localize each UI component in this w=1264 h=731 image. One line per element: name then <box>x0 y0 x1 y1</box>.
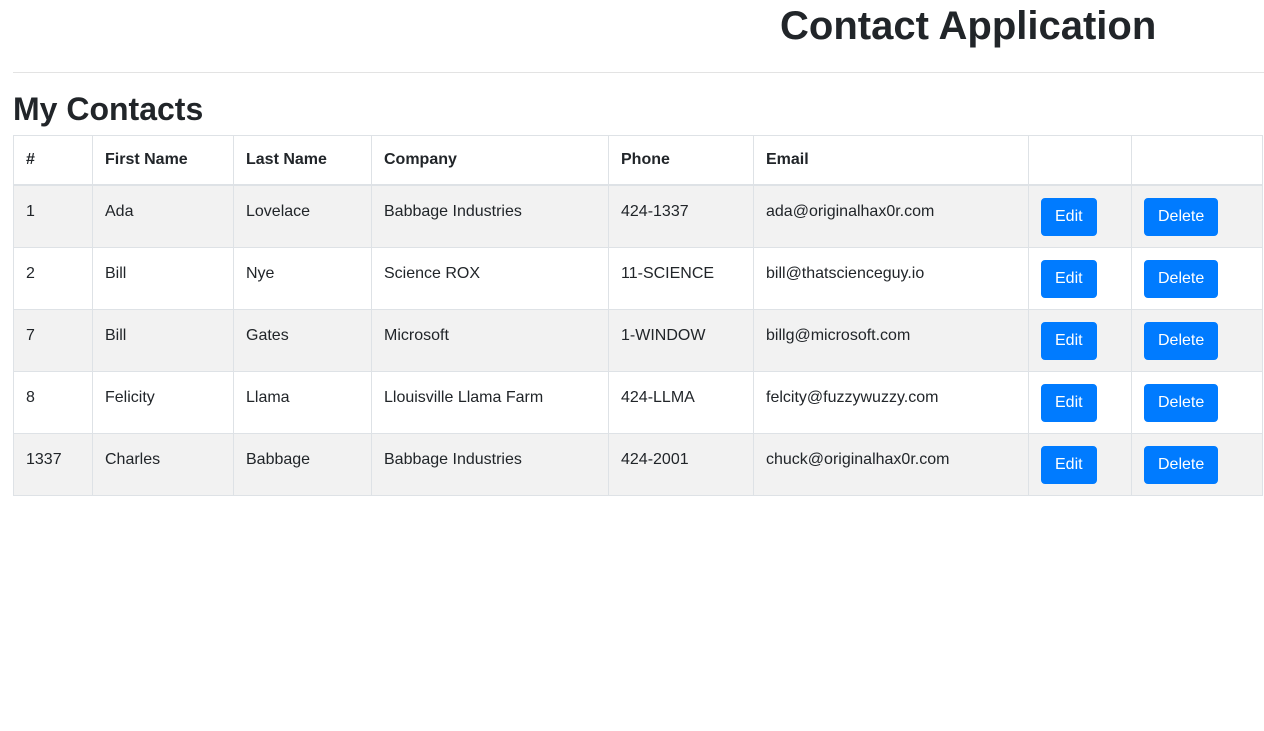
cell-first-name: Felicity <box>92 370 234 434</box>
column-header-delete <box>1131 135 1263 186</box>
cell-last-name: Lovelace <box>233 184 372 248</box>
cell-last-name: Babbage <box>233 432 372 496</box>
delete-button[interactable]: Delete <box>1144 198 1219 236</box>
table-row: 1 Ada Lovelace Babbage Industries 424-13… <box>13 184 1263 248</box>
cell-email: chuck@originalhax0r.com <box>753 432 1029 496</box>
cell-phone: 11-SCIENCE <box>608 246 754 310</box>
column-header-phone: Phone <box>608 135 754 186</box>
edit-button[interactable]: Edit <box>1041 321 1097 360</box>
column-header-company: Company <box>371 135 609 186</box>
cell-phone: 424-2001 <box>608 432 754 496</box>
cell-delete: Delete <box>1131 184 1263 248</box>
column-header-edit <box>1028 135 1132 186</box>
edit-button[interactable]: Edit <box>1041 445 1097 484</box>
table-row: 8 Felicity Llama Llouisville Llama Farm … <box>13 370 1263 434</box>
header-divider <box>13 72 1264 73</box>
cell-last-name: Llama <box>233 370 372 434</box>
column-header-last-name: Last Name <box>233 135 372 186</box>
cell-edit: Edit <box>1028 246 1132 310</box>
table-row: 7 Bill Gates Microsoft 1-WINDOW billg@mi… <box>13 308 1263 372</box>
cell-email: felcity@fuzzywuzzy.com <box>753 370 1029 434</box>
cell-last-name: Gates <box>233 308 372 372</box>
cell-phone: 424-LLMA <box>608 370 754 434</box>
table-body: 1 Ada Lovelace Babbage Industries 424-13… <box>13 184 1263 496</box>
app-title: Contact Application <box>780 4 1157 48</box>
cell-id: 7 <box>13 308 93 372</box>
app-header: Contact Application <box>0 0 1264 72</box>
cell-first-name: Ada <box>92 184 234 248</box>
table-row: 1337 Charles Babbage Babbage Industries … <box>13 432 1263 496</box>
cell-id: 1 <box>13 184 93 248</box>
page-title: My Contacts <box>13 91 204 127</box>
cell-first-name: Bill <box>92 308 234 372</box>
cell-phone: 1-WINDOW <box>608 308 754 372</box>
edit-button[interactable]: Edit <box>1041 198 1097 236</box>
edit-button[interactable]: Edit <box>1041 383 1097 422</box>
cell-edit: Edit <box>1028 308 1132 372</box>
delete-button[interactable]: Delete <box>1144 445 1219 484</box>
cell-company: Llouisville Llama Farm <box>371 370 609 434</box>
cell-delete: Delete <box>1131 370 1263 434</box>
table-header-row: # First Name Last Name Company Phone Ema… <box>13 135 1263 186</box>
cell-company: Microsoft <box>371 308 609 372</box>
cell-id: 1337 <box>13 432 93 496</box>
table-header: # First Name Last Name Company Phone Ema… <box>13 135 1263 186</box>
cell-delete: Delete <box>1131 308 1263 372</box>
cell-email: bill@thatscienceguy.io <box>753 246 1029 310</box>
delete-button[interactable]: Delete <box>1144 259 1219 298</box>
contacts-table: # First Name Last Name Company Phone Ema… <box>13 135 1263 496</box>
column-header-email: Email <box>753 135 1029 186</box>
column-header-first-name: First Name <box>92 135 234 186</box>
cell-delete: Delete <box>1131 246 1263 310</box>
cell-first-name: Charles <box>92 432 234 496</box>
delete-button[interactable]: Delete <box>1144 321 1219 360</box>
cell-phone: 424-1337 <box>608 184 754 248</box>
cell-last-name: Nye <box>233 246 372 310</box>
cell-company: Babbage Industries <box>371 432 609 496</box>
cell-email: billg@microsoft.com <box>753 308 1029 372</box>
cell-id: 2 <box>13 246 93 310</box>
column-header-id: # <box>13 135 93 186</box>
cell-delete: Delete <box>1131 432 1263 496</box>
edit-button[interactable]: Edit <box>1041 259 1097 298</box>
delete-button[interactable]: Delete <box>1144 383 1219 422</box>
cell-edit: Edit <box>1028 184 1132 248</box>
cell-company: Science ROX <box>371 246 609 310</box>
cell-id: 8 <box>13 370 93 434</box>
cell-edit: Edit <box>1028 432 1132 496</box>
cell-edit: Edit <box>1028 370 1132 434</box>
cell-company: Babbage Industries <box>371 184 609 248</box>
table-row: 2 Bill Nye Science ROX 11-SCIENCE bill@t… <box>13 246 1263 310</box>
cell-email: ada@originalhax0r.com <box>753 184 1029 248</box>
cell-first-name: Bill <box>92 246 234 310</box>
